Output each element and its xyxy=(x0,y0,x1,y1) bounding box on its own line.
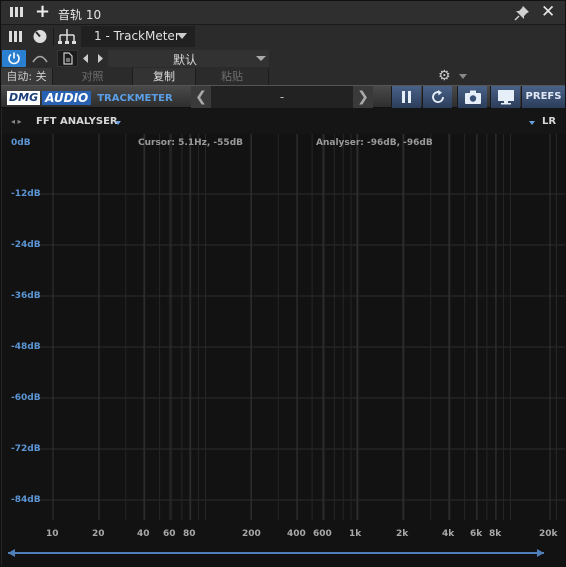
grid-icon[interactable] xyxy=(9,4,25,21)
insert-name: 1 - TrackMeter xyxy=(94,29,180,43)
db-label: -60dB xyxy=(11,393,41,403)
toolbar-row-2: 默认 xyxy=(1,49,565,68)
power-button[interactable] xyxy=(2,50,26,67)
automation-toggle[interactable]: 自动: 关 xyxy=(1,68,53,85)
chevron-down-icon xyxy=(256,56,266,61)
db-label: -84dB xyxy=(11,495,41,505)
automation-dial-icon[interactable] xyxy=(28,26,52,47)
analyser-readout: Analyser: -96dB, -96dB xyxy=(316,138,433,148)
pin-icon[interactable] xyxy=(514,5,530,21)
copy-button[interactable]: 复制 xyxy=(133,68,196,85)
chevron-down-icon[interactable] xyxy=(529,121,535,125)
freq-label: 1k xyxy=(349,529,362,539)
freq-label: 600 xyxy=(313,529,332,539)
fft-analyser: ◂ ▸ FFT ANALYSER LR Cursor: 5.1Hz, -55dB… xyxy=(2,108,565,567)
freq-label: 200 xyxy=(242,529,261,539)
freq-label: 20 xyxy=(92,529,105,539)
scroll-right-handle[interactable] xyxy=(537,549,544,557)
add-icon[interactable]: + xyxy=(35,3,50,21)
freq-label: 60 xyxy=(163,529,176,539)
scrollbar-track[interactable] xyxy=(8,552,544,554)
freq-label: 6k xyxy=(470,529,483,539)
cursor-readout: Cursor: 5.1Hz, -55dB xyxy=(138,138,243,148)
paste-button[interactable]: 粘贴 xyxy=(196,68,269,85)
freq-label: 20k xyxy=(539,529,558,539)
analyser-header: ◂ ▸ FFT ANALYSER LR xyxy=(2,108,565,134)
freq-label: 10 xyxy=(46,529,59,539)
db-label: -12dB xyxy=(11,189,41,199)
title-bar: + 音轨 10 ✕ xyxy=(1,1,565,25)
toolbar-row-1: 1 - TrackMeter xyxy=(1,25,565,49)
close-icon[interactable]: ✕ xyxy=(541,3,555,21)
channel-selector[interactable]: LR xyxy=(542,116,556,127)
compare-button[interactable]: 对照 xyxy=(53,68,133,85)
toolbar-row-3: 自动: 关 对照 复制 粘贴 ⚙ xyxy=(1,68,565,85)
freq-label: 40 xyxy=(137,529,150,539)
db-label: -48dB xyxy=(11,342,41,352)
window-title: 音轨 10 xyxy=(58,8,102,22)
db-label: -72dB xyxy=(11,444,41,454)
scroll-left-handle[interactable] xyxy=(8,549,15,557)
plugin-window: + 音轨 10 ✕ 1 - TrackMeter 默认 自动: 关 对照 复制 … xyxy=(0,0,566,567)
prefs-button[interactable]: PREFS xyxy=(521,86,565,108)
frequency-range-scrollbar[interactable] xyxy=(8,549,544,558)
insert-selector[interactable]: 1 - TrackMeter xyxy=(81,26,195,47)
preset-dropdown-value: 默认 xyxy=(173,53,198,67)
preset-file-icon[interactable] xyxy=(57,50,78,67)
db-label: 0dB xyxy=(11,138,31,148)
monitor-icon[interactable] xyxy=(490,86,520,108)
db-label: -24dB xyxy=(11,240,41,250)
freq-label: 400 xyxy=(287,529,306,539)
sidechain-icon[interactable] xyxy=(29,50,51,67)
logo-audio: AUDIO xyxy=(42,91,92,105)
db-label: -36dB xyxy=(11,291,41,301)
chevron-down-icon[interactable] xyxy=(459,74,467,79)
next-preset-icon[interactable] xyxy=(93,50,107,67)
dmg-audio-logo: DMG AUDIO TRACKMETER xyxy=(7,91,173,105)
freq-label: 8k xyxy=(489,529,502,539)
prev-plugin-preset-button[interactable]: ❮ xyxy=(191,86,211,108)
preset-dropdown[interactable]: 默认 xyxy=(108,50,269,67)
camera-icon[interactable] xyxy=(457,86,487,108)
pause-button[interactable] xyxy=(391,86,421,108)
next-plugin-preset-button[interactable]: ❯ xyxy=(353,86,373,108)
bars-icon[interactable] xyxy=(4,26,28,47)
analyser-title[interactable]: FFT ANALYSER xyxy=(36,116,118,127)
reset-icon[interactable] xyxy=(422,86,452,108)
product-name: TRACKMETER xyxy=(97,92,173,104)
plugin-header: DMG AUDIO TRACKMETER ❮ - ❯ PREFS xyxy=(1,85,565,108)
freq-label: 2k xyxy=(396,529,409,539)
spectrum-grid[interactable] xyxy=(2,134,565,542)
chevron-down-icon xyxy=(177,33,187,39)
freq-label: 4k xyxy=(442,529,455,539)
mode-switch-icon[interactable]: ◂ ▸ xyxy=(11,117,22,126)
routing-icon[interactable] xyxy=(55,26,79,47)
logo-dmg: DMG xyxy=(7,91,41,105)
chevron-down-icon[interactable] xyxy=(115,121,121,125)
gear-icon[interactable]: ⚙ xyxy=(438,68,454,84)
plugin-preset-display[interactable]: - xyxy=(211,86,353,108)
prev-preset-icon[interactable] xyxy=(79,50,93,67)
freq-label: 80 xyxy=(183,529,196,539)
